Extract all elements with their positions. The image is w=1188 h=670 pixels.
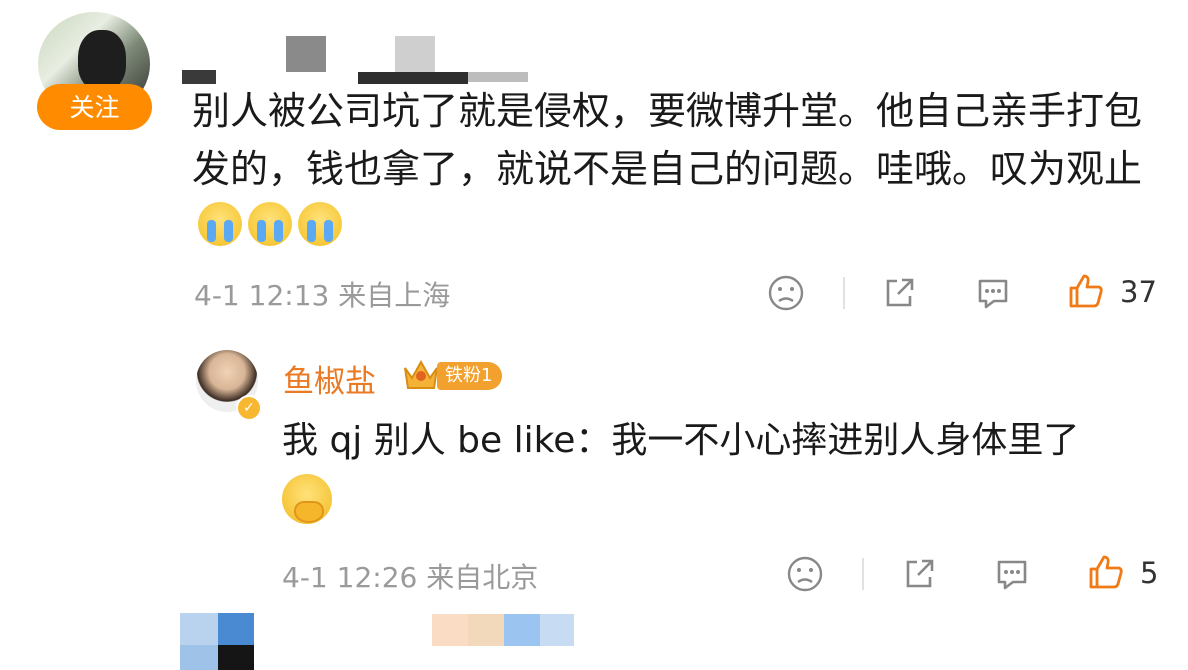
follow-button[interactable]: 关注 (37, 84, 152, 130)
verified-badge-icon: ✓ (236, 395, 262, 421)
like-icon[interactable] (1086, 552, 1126, 592)
comment-location: 来自上海 (338, 279, 451, 312)
comment-body: 别人被公司坑了就是侵权，要微博升堂。他自己亲手打包发的，钱也拿了，就说不是自己的… (192, 82, 1172, 256)
comment-date: 4-1 12:13 (194, 279, 330, 312)
redacted-block (432, 614, 468, 646)
comment-icon[interactable] (993, 555, 1031, 593)
like-count: 5 (1140, 556, 1159, 590)
dislike-icon[interactable] (767, 274, 805, 312)
divider (843, 277, 845, 309)
redacted-block (218, 645, 254, 670)
crown-badge-icon (402, 356, 440, 392)
reply-meta: 4-1 12:26 来自北京 (282, 556, 538, 596)
redacted-block (180, 645, 218, 670)
reply-text: 我 qj 别人 be like：我一不小心摔进别人身体里了 (282, 420, 1080, 461)
redacted-block (468, 72, 528, 82)
like-count: 37 (1120, 275, 1157, 309)
comment-icon[interactable] (974, 274, 1012, 312)
redacted-block (504, 614, 540, 646)
comment-text: 别人被公司坑了就是侵权，要微博升堂。他自己亲手打包发的，钱也拿了，就说不是自己的… (192, 89, 1143, 191)
fan-level-badge: 铁粉1 (437, 362, 503, 390)
fearful-face-icon (282, 474, 332, 524)
redacted-block (180, 613, 218, 645)
divider (862, 558, 864, 590)
reply-username[interactable]: 鱼椒盐 (283, 356, 376, 401)
redacted-block (468, 614, 504, 646)
redacted-block (540, 614, 574, 646)
crying-face-icon (198, 202, 242, 246)
crying-face-icon (248, 202, 292, 246)
reply-date: 4-1 12:26 (282, 561, 418, 594)
like-icon[interactable] (1066, 271, 1106, 311)
dislike-icon[interactable] (786, 555, 824, 593)
redacted-block (218, 613, 254, 645)
share-icon[interactable] (900, 555, 938, 593)
redacted-block (286, 36, 326, 72)
share-icon[interactable] (880, 274, 918, 312)
redacted-block (395, 36, 435, 72)
reply-location: 来自北京 (426, 561, 539, 594)
crying-face-icon (298, 202, 342, 246)
comment-meta: 4-1 12:13 来自上海 (194, 274, 450, 314)
